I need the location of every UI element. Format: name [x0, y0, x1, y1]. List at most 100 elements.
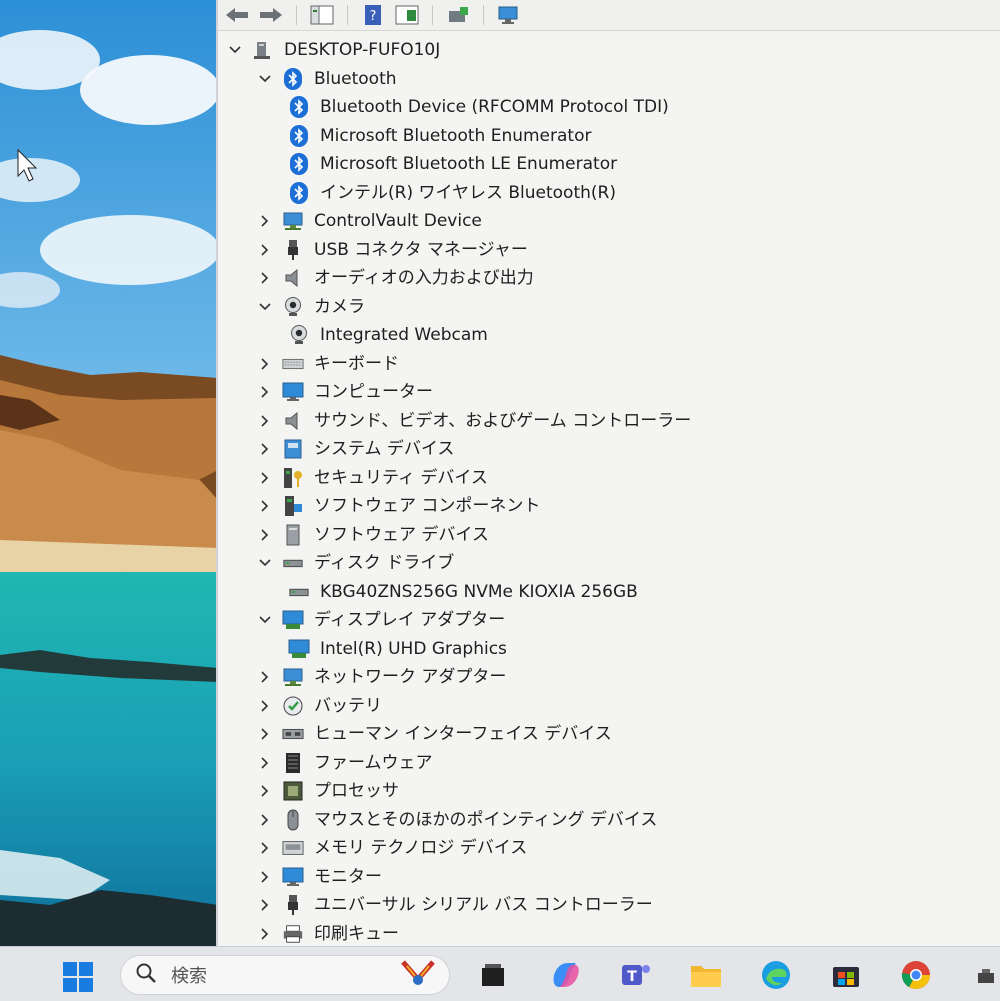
category-label: ソフトウェア デバイス	[314, 524, 489, 545]
tree-device[interactable]: KBG40ZNS256G NVMe KIOXIA 256GB	[288, 578, 638, 606]
disk-drive-icon	[288, 581, 310, 603]
tree-category[interactable]: USB コネクタ マネージャー	[258, 236, 528, 264]
tree-category[interactable]: システム デバイス	[258, 435, 454, 463]
chevron-down-icon[interactable]	[258, 556, 272, 570]
update-driver-button[interactable]	[443, 2, 473, 28]
monitor-icon	[282, 866, 304, 888]
tree-category[interactable]: バッテリ	[258, 692, 382, 720]
usb-plug-icon	[282, 894, 304, 916]
chevron-right-icon[interactable]	[258, 414, 272, 428]
category-label: ユニバーサル シリアル バス コントローラー	[314, 895, 653, 915]
chevron-right-icon[interactable]	[258, 271, 272, 285]
chrome-taskbar-button[interactable]	[898, 959, 934, 995]
tree-category[interactable]: 印刷キュー	[258, 920, 399, 948]
file-explorer-taskbar-button[interactable]	[688, 959, 724, 995]
chevron-right-icon[interactable]	[258, 870, 272, 884]
chevron-down-icon[interactable]	[258, 72, 272, 86]
tree-root[interactable]: DESKTOP-FUFO10J	[228, 36, 440, 64]
chevron-right-icon[interactable]	[258, 499, 272, 513]
tree-category[interactable]: メモリ テクノロジ デバイス	[258, 834, 527, 862]
teams-taskbar-button[interactable]: T	[618, 959, 654, 995]
chevron-down-icon[interactable]	[228, 43, 242, 57]
store-taskbar-button[interactable]	[828, 959, 864, 995]
tree-category[interactable]: ディスク ドライブ	[258, 549, 454, 577]
chevron-right-icon[interactable]	[258, 385, 272, 399]
chevron-right-icon[interactable]	[258, 528, 272, 542]
tree-category[interactable]: セキュリティ デバイス	[258, 464, 488, 492]
chevron-right-icon[interactable]	[258, 784, 272, 798]
computer-name: DESKTOP-FUFO10J	[284, 40, 441, 60]
tree-category[interactable]: ネットワーク アダプター	[258, 663, 506, 691]
tree-category[interactable]: ControlVault Device	[258, 207, 482, 235]
chevron-right-icon[interactable]	[258, 699, 272, 713]
tree-category[interactable]: サウンド、ビデオ、およびゲーム コントローラー	[258, 407, 691, 435]
category-label: マウスとそのほかのポインティング デバイス	[314, 809, 658, 830]
chevron-right-icon[interactable]	[258, 756, 272, 770]
chevron-right-icon[interactable]	[258, 927, 272, 941]
search-box[interactable]: 検索	[120, 955, 450, 995]
bluetooth-icon	[288, 153, 310, 175]
category-label: キーボード	[314, 353, 399, 374]
chevron-right-icon[interactable]	[258, 471, 272, 485]
task-view-taskbar-button[interactable]	[475, 959, 511, 995]
back-button[interactable]	[222, 2, 252, 28]
chevron-right-icon[interactable]	[258, 727, 272, 741]
network-monitor-icon	[282, 666, 304, 688]
chevron-right-icon[interactable]	[258, 357, 272, 371]
toolbar-separator	[347, 5, 348, 25]
tree-category[interactable]: ファームウェア	[258, 749, 433, 777]
taskbar: 検索 T	[0, 946, 1000, 1001]
tree-category[interactable]: オーディオの入力および出力	[258, 264, 534, 292]
tree-category[interactable]: モニター	[258, 863, 382, 891]
chevron-right-icon[interactable]	[258, 243, 272, 257]
device-label: Intel(R) UHD Graphics	[320, 638, 507, 659]
show-hide-console-tree-button[interactable]	[307, 2, 337, 28]
scan-hardware-button[interactable]	[494, 2, 524, 28]
chevron-right-icon[interactable]	[258, 670, 272, 684]
chevron-right-icon[interactable]	[258, 442, 272, 456]
display-adapter-icon	[288, 638, 310, 660]
tree-device[interactable]: Microsoft Bluetooth Enumerator	[288, 122, 591, 150]
tree-category[interactable]: プロセッサ	[258, 777, 399, 805]
chevron-right-icon[interactable]	[258, 214, 272, 228]
software-component-icon	[282, 495, 304, 517]
start-button[interactable]	[62, 961, 94, 993]
keyboard-icon	[282, 353, 304, 375]
tree-category[interactable]: ソフトウェア デバイス	[258, 521, 489, 549]
device-label: KBG40ZNS256G NVMe KIOXIA 256GB	[320, 581, 638, 602]
edge-taskbar-button[interactable]	[758, 959, 794, 995]
category-label: Bluetooth	[314, 68, 397, 89]
monitor-icon	[282, 381, 304, 403]
tree-device[interactable]: Microsoft Bluetooth LE Enumerator	[288, 150, 617, 178]
chevron-down-icon[interactable]	[258, 613, 272, 627]
system-tray-taskbar-button[interactable]	[968, 959, 1000, 995]
category-label: サウンド、ビデオ、およびゲーム コントローラー	[314, 410, 692, 431]
bluetooth-icon	[288, 181, 310, 204]
tree-category[interactable]: コンピューター	[258, 378, 433, 406]
toolbar-separator	[432, 5, 433, 25]
tree-category[interactable]: ソフトウェア コンポーネント	[258, 492, 540, 520]
forward-button[interactable]	[256, 2, 286, 28]
task-view-icon	[478, 960, 508, 994]
bluetooth-icon	[282, 67, 304, 90]
chevron-right-icon[interactable]	[258, 898, 272, 912]
tree-category[interactable]: マウスとそのほかのポインティング デバイス	[258, 806, 657, 834]
chevron-right-icon[interactable]	[258, 841, 272, 855]
tree-category[interactable]: キーボード	[258, 350, 399, 378]
chevron-down-icon[interactable]	[258, 300, 272, 314]
tree-device[interactable]: Integrated Webcam	[288, 321, 488, 349]
tree-category[interactable]: ヒューマン インターフェイス デバイス	[258, 720, 612, 748]
help-button[interactable]: ?	[358, 2, 388, 28]
copilot-taskbar-button[interactable]	[548, 959, 584, 995]
chevron-right-icon[interactable]	[258, 813, 272, 827]
tree-category[interactable]: ユニバーサル シリアル バス コントローラー	[258, 891, 653, 919]
tree-category[interactable]: ディスプレイ アダプター	[258, 606, 505, 634]
device-label: Microsoft Bluetooth Enumerator	[320, 125, 592, 146]
properties-button[interactable]	[392, 2, 422, 28]
tree-device[interactable]: インテル(R) ワイヤレス Bluetooth(R)	[288, 179, 616, 207]
tree-device[interactable]: Bluetooth Device (RFCOMM Protocol TDI)	[288, 93, 669, 121]
tree-category[interactable]: カメラ	[258, 293, 365, 321]
device-label: Microsoft Bluetooth LE Enumerator	[320, 154, 618, 174]
tree-category[interactable]: Bluetooth	[258, 65, 397, 93]
tree-device[interactable]: Intel(R) UHD Graphics	[288, 635, 507, 663]
